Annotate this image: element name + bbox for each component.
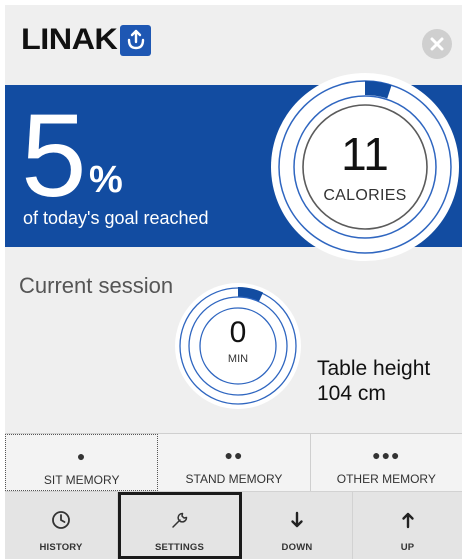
history-button[interactable]: HISTORY [5,492,118,559]
history-label: HISTORY [39,542,83,553]
stand-memory-dots-icon: ●● [224,447,244,463]
close-button[interactable] [422,29,452,59]
sit-memory-label: SIT MEMORY [43,473,120,487]
wrench-icon [170,510,190,530]
other-memory-button[interactable]: ●●● OTHER MEMORY [310,434,462,491]
settings-button[interactable]: SETTINGS [118,492,242,559]
calories-value: 11 [341,128,389,180]
stand-memory-label: STAND MEMORY [185,472,283,486]
goal-percent-value: 5 [21,90,87,222]
sit-memory-dots-icon: ● [76,448,87,464]
up-button[interactable]: UP [353,492,462,559]
brand-logo: LINAK [21,23,152,57]
other-memory-label: OTHER MEMORY [336,472,436,486]
linak-desk-icon [120,24,152,56]
arrow-up-icon [400,510,416,530]
goal-percent-sign: % [89,159,123,201]
session-minutes-label: MIN [227,353,249,365]
down-label: DOWN [281,542,313,553]
close-icon [430,37,444,51]
other-memory-dots-icon: ●●● [372,447,401,463]
up-label: UP [400,542,415,553]
table-height-label: Table height [317,357,431,380]
down-button[interactable]: DOWN [242,492,353,559]
table-height-value: 104 cm [317,382,386,405]
current-session-title: Current session [19,273,174,298]
calories-label: CALORIES [323,187,407,204]
session-minutes-value: 0 [229,316,247,349]
clock-icon [51,510,71,530]
settings-label: SETTINGS [154,542,205,553]
sit-memory-button[interactable]: ● SIT MEMORY [5,434,159,491]
linak-app-window: LINAK 5 % of today's goal reached 11 CAL… [5,5,462,559]
arrow-down-icon [289,510,305,530]
stand-memory-button[interactable]: ●● STAND MEMORY [158,434,311,491]
memory-buttons: ● SIT MEMORY ●● STAND MEMORY ●●● OTHER M… [5,433,462,491]
brand-name: LINAK [21,23,118,56]
goal-caption: of today's goal reached [23,208,209,228]
bottom-nav: HISTORY SETTINGS DOWN UP [5,491,462,559]
